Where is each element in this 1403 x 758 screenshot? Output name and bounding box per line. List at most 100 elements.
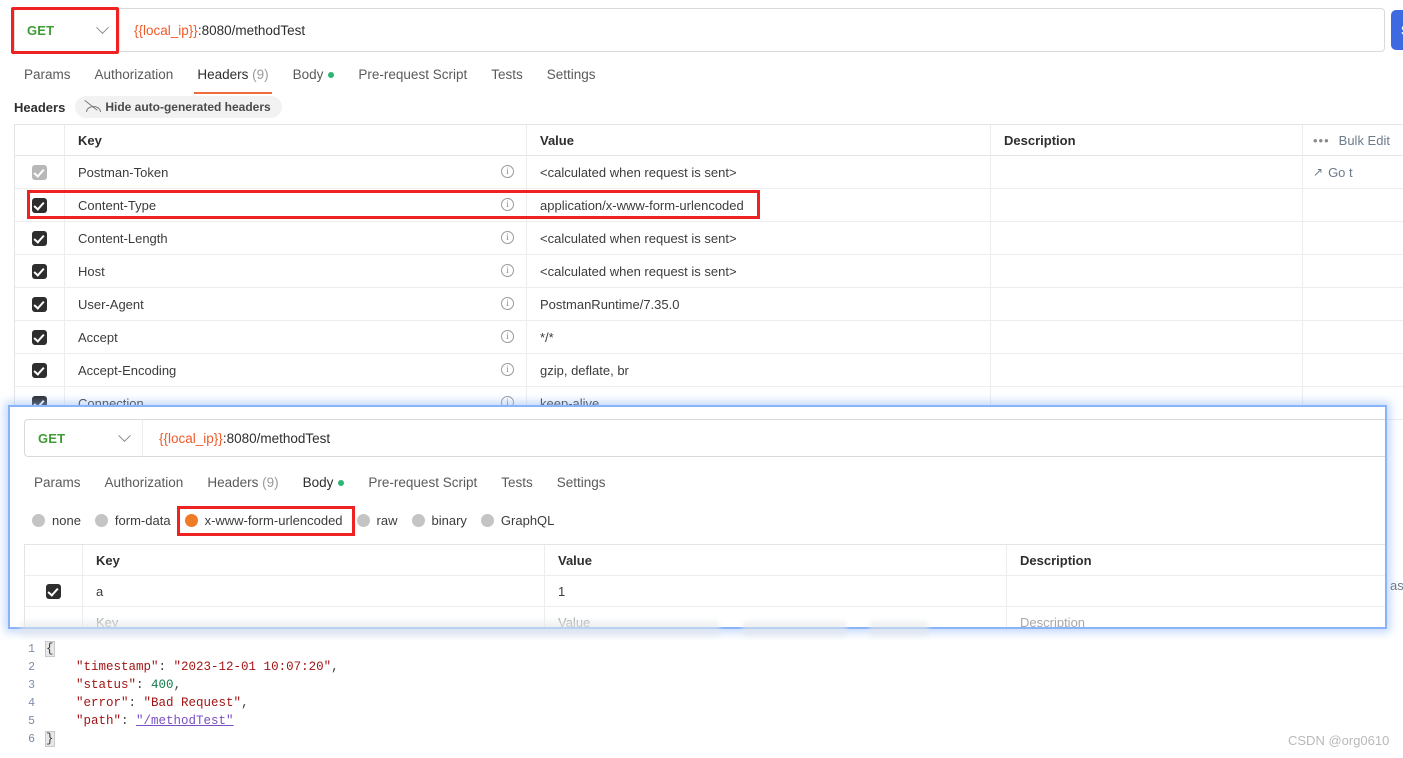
info-icon[interactable]: i [501, 264, 514, 277]
row-checkbox[interactable] [32, 329, 47, 345]
header-value: PostmanRuntime/7.35.0 [540, 296, 680, 312]
overlay-url-bar: GET {{local_ip}}:8080/methodTest [24, 419, 1385, 457]
header-key: Postman-Token [78, 164, 169, 180]
blur-chip [20, 621, 720, 637]
column-header-key: Key [78, 132, 102, 148]
param-value[interactable]: 1 [558, 584, 565, 599]
row-checkbox-cell[interactable] [15, 222, 65, 254]
body-modified-dot-icon [328, 72, 335, 79]
blur-chip [869, 621, 929, 637]
overlay-tab-authorization[interactable]: Authorization [93, 469, 196, 497]
json-line: 2 "timestamp": "2023-12-01 10:07:20", [0, 658, 1403, 676]
http-method-label: GET [27, 22, 55, 38]
arrow-up-right-icon: ↗ [1313, 165, 1324, 179]
json-line: 6 } [0, 730, 1403, 748]
row-checkbox[interactable] [32, 197, 47, 213]
row-checkbox[interactable] [32, 362, 47, 378]
row-checkbox[interactable] [32, 164, 47, 180]
radio-icon [480, 514, 494, 527]
overlay-tab-headers[interactable]: Headers (9) [195, 469, 290, 497]
http-method-dropdown[interactable]: GET [14, 8, 119, 52]
tab-body[interactable]: Body [281, 60, 347, 90]
hide-auto-generated-headers-button[interactable]: Hide auto-generated headers [75, 96, 282, 118]
overlay-url-input[interactable]: {{local_ip}}:8080/methodTest [142, 419, 1385, 457]
row-checkbox[interactable] [32, 296, 47, 312]
body-mode-x-www-form-urlencoded[interactable]: x-www-form-urlencoded [184, 513, 343, 528]
row-checkbox[interactable] [32, 263, 47, 279]
json-value-link[interactable]: "/methodTest" [136, 714, 234, 728]
row-checkbox-cell[interactable] [15, 156, 65, 188]
row-checkbox-cell[interactable] [25, 576, 83, 606]
body-params-table: Key Value Description a 1 Key Value Desc… [24, 544, 1385, 627]
row-checkbox-cell[interactable] [15, 255, 65, 287]
tab-headers[interactable]: Headers (9) [185, 60, 280, 94]
overlay-tab-pre-request-script[interactable]: Pre-request Script [356, 469, 489, 497]
body-mode-form-data[interactable]: form-data [94, 513, 171, 528]
info-icon[interactable]: i [501, 297, 514, 310]
radio-icon [32, 514, 45, 527]
tab-label: Settings [546, 67, 596, 82]
blur-chip [742, 621, 847, 637]
radio-icon-selected [184, 514, 198, 527]
go-to-link[interactable]: ↗ Go t [1313, 165, 1353, 180]
row-checkbox-cell[interactable] [15, 321, 65, 353]
headers-subbar: Headers Hide auto-generated headers [14, 96, 282, 118]
table-row: Content-Length i <calculated when request… [15, 222, 1403, 255]
header-value: */* [540, 329, 554, 345]
radio-icon [356, 514, 370, 527]
headers-table: Key Value Description ••• Bulk Edit Post… [14, 124, 1403, 420]
table-row: Host i <calculated when request is sent> [15, 255, 1403, 288]
tab-count: (9) [262, 475, 279, 490]
overlay-tab-params[interactable]: Params [22, 469, 93, 497]
line-number: 4 [28, 696, 35, 710]
json-line: 4 "error": "Bad Request", [0, 694, 1403, 712]
row-checkbox-cell[interactable] [15, 354, 65, 386]
body-mode-label: form-data [114, 513, 171, 528]
overlay-tab-tests[interactable]: Tests [489, 469, 545, 497]
tab-authorization[interactable]: Authorization [83, 60, 186, 90]
bulk-edit-button[interactable]: Bulk Edit [1339, 133, 1390, 148]
json-open-brace[interactable]: { [45, 641, 55, 657]
tab-count: (9) [252, 67, 269, 82]
tab-tests[interactable]: Tests [479, 60, 535, 90]
row-checkbox-cell[interactable] [15, 288, 65, 320]
body-mode-label: x-www-form-urlencoded [204, 513, 343, 528]
request-url-input[interactable]: {{local_ip}}:8080/methodTest [119, 8, 1385, 52]
table-row: Postman-Token i <calculated when request … [15, 156, 1403, 189]
body-mode-binary[interactable]: binary [411, 513, 467, 528]
go-to-label: Go t [1328, 164, 1353, 180]
more-options-icon[interactable]: ••• [1313, 133, 1330, 148]
row-checkbox[interactable] [46, 583, 61, 599]
row-checkbox[interactable] [32, 230, 47, 246]
table-row: Accept i */* [15, 321, 1403, 354]
overlay-tab-settings[interactable]: Settings [545, 469, 618, 497]
column-header-value: Value [540, 132, 574, 148]
tab-pre-request-script[interactable]: Pre-request Script [346, 60, 479, 90]
param-key[interactable]: a [96, 584, 103, 599]
info-icon[interactable]: i [501, 330, 514, 343]
line-number: 2 [28, 660, 35, 674]
overlay-http-method-dropdown[interactable]: GET [24, 419, 142, 457]
overlay-ghost-text: as [1390, 578, 1403, 593]
info-icon[interactable]: i [501, 231, 514, 244]
info-icon[interactable]: i [501, 165, 514, 178]
overlay-tab-body[interactable]: Body [291, 469, 357, 497]
row-checkbox-cell[interactable] [15, 189, 65, 221]
overlay-tab-bar: Params Authorization Headers (9) Body Pr… [22, 469, 618, 497]
body-mode-none[interactable]: none [32, 513, 81, 528]
body-mode-raw[interactable]: raw [356, 513, 398, 528]
line-number: 5 [28, 714, 35, 728]
tab-settings[interactable]: Settings [535, 60, 608, 90]
header-value: gzip, deflate, br [540, 362, 629, 378]
json-close-brace[interactable]: } [45, 731, 55, 747]
info-icon[interactable]: i [501, 363, 514, 376]
info-icon[interactable]: i [501, 198, 514, 211]
tab-label: Body [302, 475, 334, 490]
send-button[interactable]: S [1391, 10, 1403, 50]
overlay-http-method-label: GET [38, 430, 66, 446]
body-mode-graphql[interactable]: GraphQL [480, 513, 554, 528]
tab-label: Authorization [104, 475, 184, 490]
header-key: Content-Length [78, 230, 168, 246]
tab-params[interactable]: Params [12, 60, 83, 90]
table-row: Content-Type i application/x-www-form-url… [15, 189, 1403, 222]
